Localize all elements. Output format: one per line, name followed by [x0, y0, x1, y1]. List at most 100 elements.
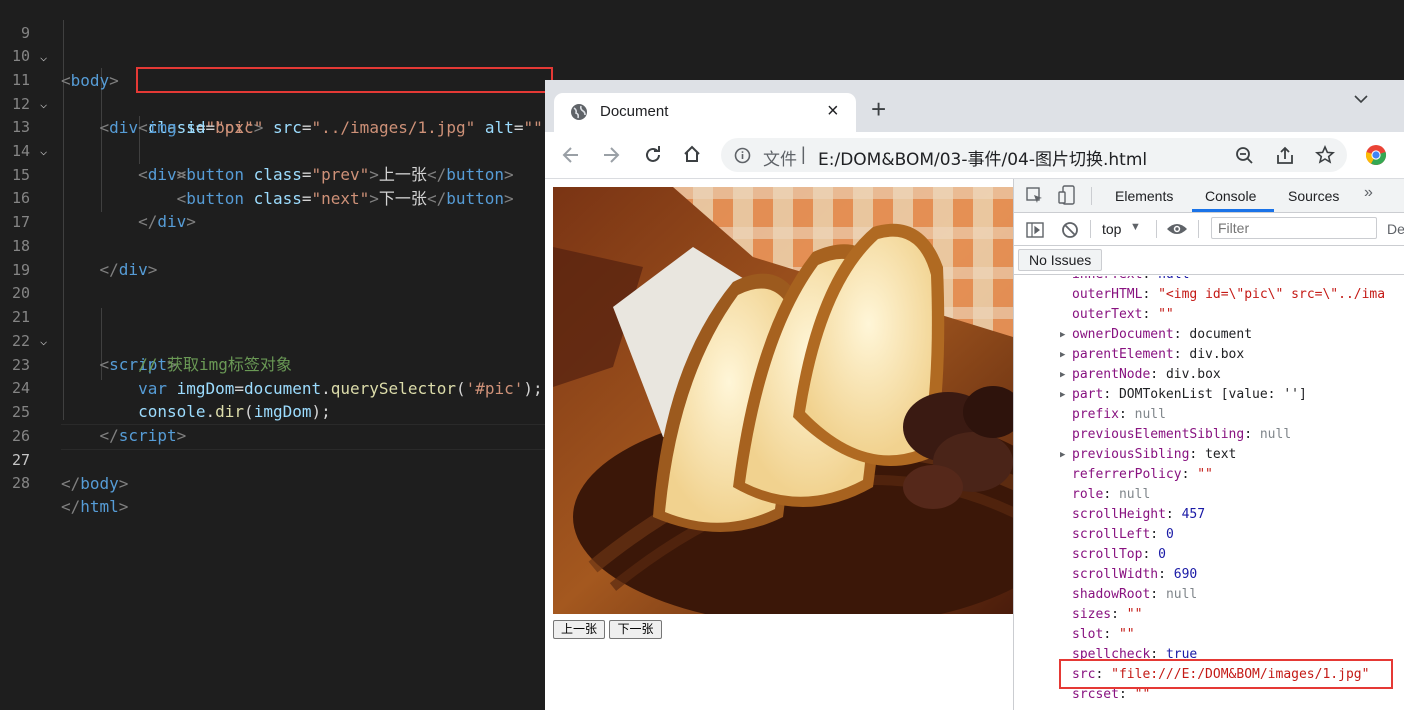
share-icon[interactable] [1275, 146, 1295, 165]
property-value: text [1205, 447, 1237, 462]
console-property-row[interactable]: scrollLeft: 0 [1072, 525, 1174, 545]
property-key: sizes [1072, 607, 1112, 622]
property-value: div.box [1189, 347, 1245, 362]
console-property-row[interactable]: role: null [1072, 485, 1150, 505]
address-bar[interactable]: 文件 | E:/DOM&BOM/03-事件/04-图片切换.html [721, 138, 1347, 172]
property-colon: : [1189, 447, 1206, 462]
console-property-row[interactable]: scrollHeight: 457 [1072, 505, 1205, 525]
bookmark-star-icon[interactable] [1315, 145, 1335, 165]
property-key: ownerDocument [1072, 327, 1174, 342]
console-filter-input[interactable] [1211, 217, 1377, 239]
browser-toolbar: 文件 | E:/DOM&BOM/03-事件/04-图片切换.html [545, 132, 1404, 179]
property-colon: : [1165, 507, 1182, 522]
line-number: 28 [11, 474, 30, 492]
property-key: role [1072, 487, 1104, 502]
home-icon[interactable] [682, 144, 702, 164]
forward-icon[interactable] [602, 146, 620, 164]
console-property-row[interactable]: ▶ previousSibling: text [1060, 445, 1237, 465]
prev-button[interactable]: 上一张 [553, 620, 605, 639]
property-value: null [1165, 587, 1198, 602]
expand-arrow-icon[interactable]: ▶ [1060, 325, 1065, 345]
toolbar-divider [1156, 220, 1157, 238]
console-output[interactable]: innerText: nullouterHTML: "<img id=\"pic… [1014, 275, 1404, 710]
src-highlight-box [1059, 659, 1393, 689]
expand-arrow-icon[interactable]: ▶ [1060, 345, 1065, 365]
devtools-panel: Elements Console Sources » top ▼ De [1013, 179, 1404, 710]
tab-search-chevron-icon[interactable] [1353, 93, 1369, 105]
property-value: null [1118, 487, 1151, 502]
property-value: document [1189, 327, 1253, 342]
expand-arrow-icon[interactable]: ▶ [1060, 445, 1065, 465]
issues-bar: No Issues [1014, 246, 1404, 275]
console-property-row[interactable]: outerHTML: "<img id=\"pic\" src=\"../ima [1072, 285, 1385, 305]
toolbar-divider [1091, 187, 1092, 205]
next-button[interactable]: 下一张 [609, 620, 662, 639]
sidebar-toggle-icon[interactable] [1026, 222, 1044, 238]
tab-elements[interactable]: Elements [1115, 188, 1173, 204]
property-colon: : [1142, 287, 1159, 302]
console-property-row[interactable]: ▶ parentNode: div.box [1060, 365, 1221, 385]
code-line[interactable]: 9 ⌵ <body> [0, 0, 1404, 90]
default-levels-label[interactable]: De [1387, 221, 1404, 237]
console-property-row[interactable]: scrollWidth: 690 [1072, 565, 1197, 585]
context-selector[interactable]: top [1102, 221, 1121, 237]
console-property-row[interactable]: referrerPolicy: "" [1072, 465, 1213, 485]
property-colon: : [1158, 567, 1174, 582]
console-toolbar: top ▼ De [1014, 213, 1404, 246]
code-highlight-box [136, 67, 553, 93]
console-property-row[interactable]: scrollTop: 0 [1072, 545, 1166, 565]
address-url[interactable]: E:/DOM&BOM/03-事件/04-图片切换.html [818, 145, 1147, 170]
eye-icon[interactable] [1166, 222, 1188, 236]
code-line[interactable]: 11 ⌵ <div class="box"> [0, 44, 1404, 137]
code-line[interactable]: 10 [0, 20, 1404, 65]
clear-console-icon[interactable] [1061, 221, 1079, 239]
address-prefix: 文件 [763, 150, 797, 170]
back-icon[interactable] [562, 146, 580, 164]
zoom-out-icon[interactable] [1235, 146, 1254, 165]
no-issues-button[interactable]: No Issues [1018, 249, 1103, 271]
inspect-element-icon[interactable] [1026, 187, 1044, 205]
reload-icon[interactable] [643, 145, 663, 165]
property-key: parentElement [1072, 347, 1174, 362]
property-value: 457 [1181, 507, 1206, 522]
console-property-row[interactable]: sizes: "" [1072, 605, 1142, 625]
toolbar-divider [1090, 220, 1091, 238]
property-value: null [1134, 407, 1166, 422]
property-colon: : [1150, 587, 1166, 602]
property-key: shadowRoot [1072, 587, 1151, 602]
chrome-profile-icon[interactable] [1365, 144, 1387, 166]
info-icon[interactable] [734, 147, 751, 164]
console-property-row[interactable]: ▶ ownerDocument: document [1060, 325, 1253, 345]
dropdown-arrow-icon[interactable]: ▼ [1130, 221, 1141, 233]
console-property-row[interactable]: previousElementSibling: null [1072, 425, 1291, 445]
property-colon: : [1142, 276, 1158, 282]
device-toolbar-icon[interactable] [1058, 185, 1076, 205]
expand-arrow-icon[interactable]: ▶ [1060, 385, 1065, 405]
console-property-row[interactable]: outerText: "" [1072, 305, 1174, 325]
console-property-row[interactable]: shadowRoot: null [1072, 585, 1197, 605]
close-tab-icon[interactable]: × [827, 100, 839, 123]
toolbar-divider [1198, 220, 1199, 238]
property-value: "" [1118, 627, 1135, 642]
console-property-row[interactable]: ▶ part: DOMTokenList [value: ''] [1060, 385, 1307, 405]
property-key: outerHTML [1072, 287, 1143, 302]
property-key: scrollWidth [1072, 567, 1159, 582]
property-value: "" [1158, 307, 1174, 322]
console-property-row[interactable]: innerText: null [1072, 276, 1189, 285]
property-key: parentNode [1072, 367, 1151, 382]
property-colon: : [1118, 687, 1135, 702]
property-key: scrollTop [1072, 547, 1143, 562]
tab-sources[interactable]: Sources [1288, 188, 1339, 204]
property-key: scrollHeight [1072, 507, 1166, 522]
console-property-row[interactable]: ▶ parentElement: div.box [1060, 345, 1245, 365]
property-value: 0 [1158, 547, 1166, 562]
console-property-row[interactable]: prefix: null [1072, 405, 1166, 425]
expand-arrow-icon[interactable]: ▶ [1060, 365, 1065, 385]
property-colon: : [1173, 347, 1190, 362]
address-separator: | [801, 144, 806, 164]
new-tab-icon[interactable]: + [871, 96, 886, 122]
tab-document[interactable]: Document × [554, 93, 856, 132]
console-property-row[interactable]: slot: "" [1072, 625, 1135, 645]
tab-console[interactable]: Console [1205, 188, 1256, 204]
more-tabs-icon[interactable]: » [1364, 184, 1373, 202]
